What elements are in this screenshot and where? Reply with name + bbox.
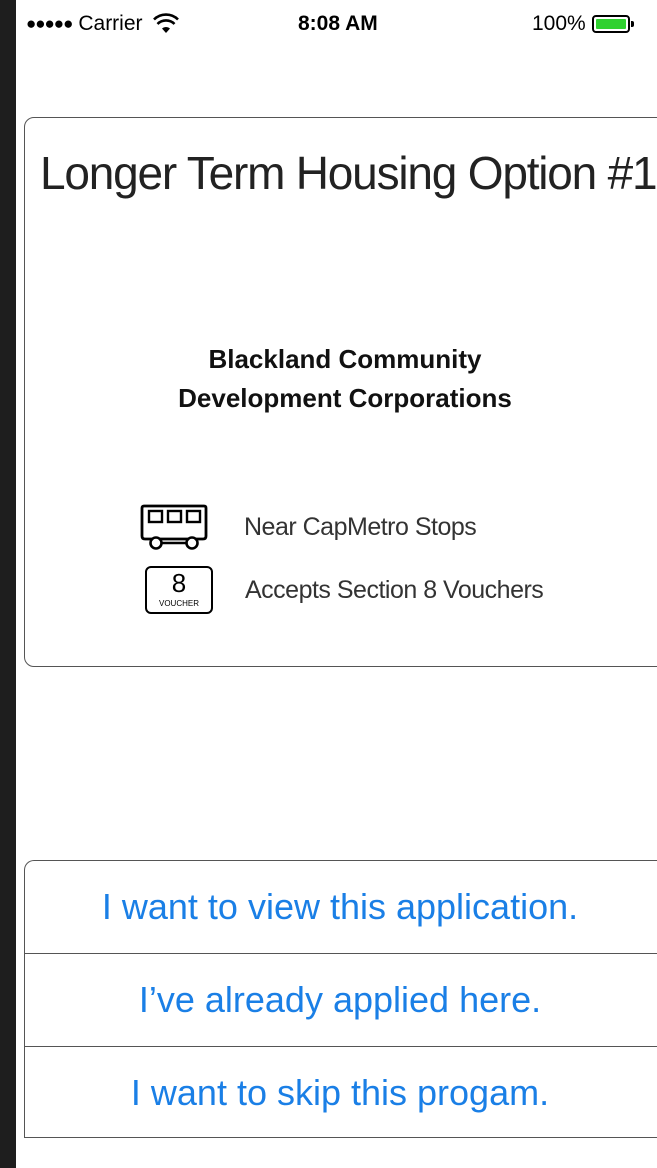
voucher-icon-text: VOUCHER <box>158 599 199 608</box>
battery-icon <box>591 15 634 33</box>
status-bar: ●●●●● Carrier 8:08 AM 100% <box>16 0 657 50</box>
organization-name-line1: Blackland Community <box>208 344 482 374</box>
app-screen: ●●●●● Carrier 8:08 AM 100% Longer Term H… <box>16 0 657 1168</box>
bus-icon <box>140 504 208 550</box>
organization-name: Blackland Community Development Corporat… <box>115 340 575 418</box>
carrier-name: Carrier <box>78 12 143 35</box>
feature-transit-label: Near CapMetro Stops <box>244 512 477 541</box>
battery-group: 100% <box>532 12 634 36</box>
organization-name-line2: Development Corporations <box>178 383 512 413</box>
view-application-button[interactable]: I want to view this application. <box>25 861 657 953</box>
battery-tip <box>630 21 634 27</box>
voucher-icon-number: 8 <box>171 568 187 598</box>
feature-transit: Near CapMetro Stops <box>138 502 477 552</box>
action-list: I want to view this application. I’ve al… <box>24 860 657 1138</box>
feature-voucher: 8 VOUCHER Accepts Section 8 Vouchers <box>145 566 544 614</box>
status-time: 8:08 AM <box>298 12 378 35</box>
battery-percent: 100% <box>532 12 586 35</box>
feature-voucher-label: Accepts Section 8 Vouchers <box>245 575 544 604</box>
already-applied-button[interactable]: I’ve already applied here. <box>25 954 657 1046</box>
carrier-group: ●●●●● Carrier <box>26 12 179 36</box>
battery-fill <box>595 19 626 29</box>
voucher-icon: 8 VOUCHER <box>145 566 213 614</box>
housing-option-card: Longer Term Housing Option #1 Blackland … <box>24 117 657 667</box>
card-title: Longer Term Housing Option #1 <box>40 147 657 199</box>
signal-strength-icon: ●●●●● <box>26 14 73 33</box>
skip-program-button[interactable]: I want to skip this progam. <box>25 1047 657 1139</box>
wifi-icon <box>152 13 179 33</box>
